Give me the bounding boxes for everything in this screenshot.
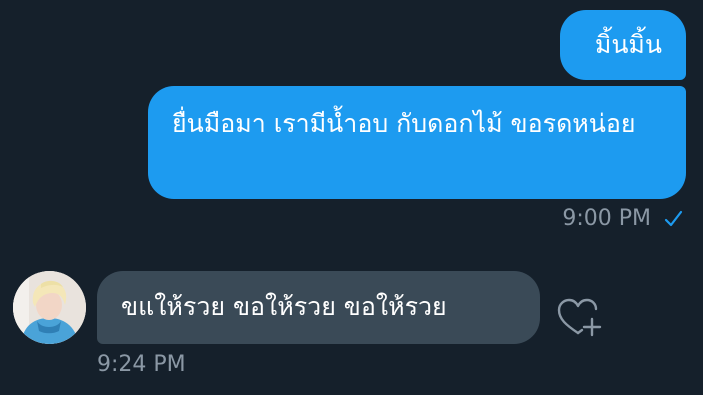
received-message[interactable]: ขแให้รวย ขอให้รวย ขอให้รวย	[97, 271, 540, 344]
timestamp: 9:24 PM	[97, 352, 186, 377]
heart-plus-icon[interactable]	[556, 297, 602, 339]
sent-message-meta: 9:00 PM	[562, 204, 683, 234]
message-text: ยื่นมือมา เรามีน้ำอบ กับดอกไม้ ขอรดหน่อย	[172, 109, 636, 138]
check-icon	[664, 210, 683, 227]
timestamp: 9:00 PM	[562, 206, 651, 231]
message-text: ขแให้รวย ขอให้รวย ขอให้รวย	[121, 292, 447, 321]
conversation-thread: มิ้นมิ้น ยื่นมือมา เรามีน้ำอบ กับดอกไม้ …	[0, 0, 703, 395]
sent-message[interactable]: ยื่นมือมา เรามีน้ำอบ กับดอกไม้ ขอรดหน่อย	[148, 86, 686, 199]
profile-avatar	[13, 271, 86, 344]
message-text: มิ้นมิ้น	[594, 30, 662, 59]
sent-message[interactable]: มิ้นมิ้น	[560, 10, 686, 80]
avatar[interactable]	[13, 271, 86, 344]
